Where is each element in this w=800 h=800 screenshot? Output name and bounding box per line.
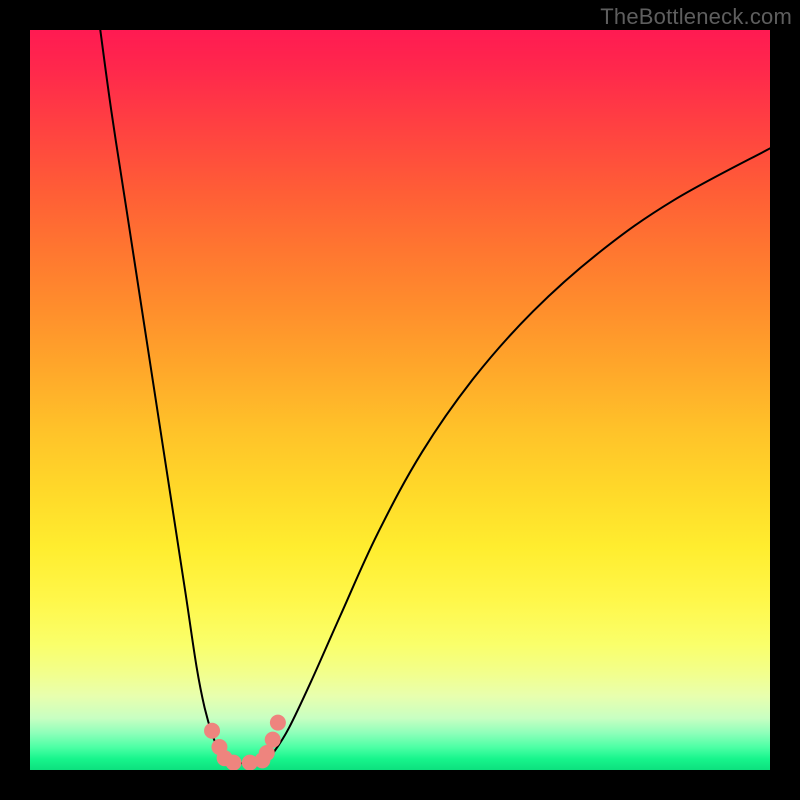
bottleneck-curve-plot xyxy=(30,30,770,770)
curve xyxy=(100,30,770,763)
bottleneck-curve-path xyxy=(100,30,770,763)
watermark-text: TheBottleneck.com xyxy=(600,4,792,30)
valley-marker xyxy=(270,715,286,731)
valley-marker xyxy=(265,732,281,748)
valley-marker xyxy=(226,755,242,770)
valley-markers xyxy=(204,715,286,770)
chart-area xyxy=(30,30,770,770)
valley-marker xyxy=(204,723,220,739)
